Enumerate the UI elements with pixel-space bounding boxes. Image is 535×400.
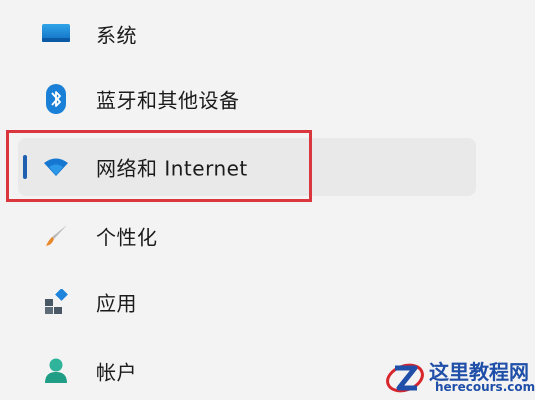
monitor-icon [40, 18, 72, 50]
watermark-domain: herecours.com [435, 380, 535, 394]
sidebar-item-label: 帐户 [96, 360, 137, 385]
sidebar-item-apps[interactable]: 应用 [18, 273, 476, 331]
sidebar-item-label: 应用 [96, 291, 137, 316]
site-watermark: 这里教程网 herecours.com [383, 354, 535, 398]
person-icon [40, 355, 72, 387]
bluetooth-icon [40, 83, 72, 115]
watermark-logo-icon [386, 363, 424, 393]
sidebar-item-personalization[interactable]: 个性化 [18, 207, 476, 265]
highlight-annotation-box [6, 130, 312, 202]
sidebar-item-label: 蓝牙和其他设备 [96, 88, 240, 113]
sidebar-item-label: 个性化 [96, 225, 158, 250]
sidebar-item-system[interactable]: 系统 [18, 5, 476, 63]
apps-icon [40, 286, 72, 318]
sidebar-item-bluetooth[interactable]: 蓝牙和其他设备 [18, 70, 476, 128]
brush-icon [40, 220, 72, 252]
sidebar-item-label: 系统 [96, 23, 137, 48]
